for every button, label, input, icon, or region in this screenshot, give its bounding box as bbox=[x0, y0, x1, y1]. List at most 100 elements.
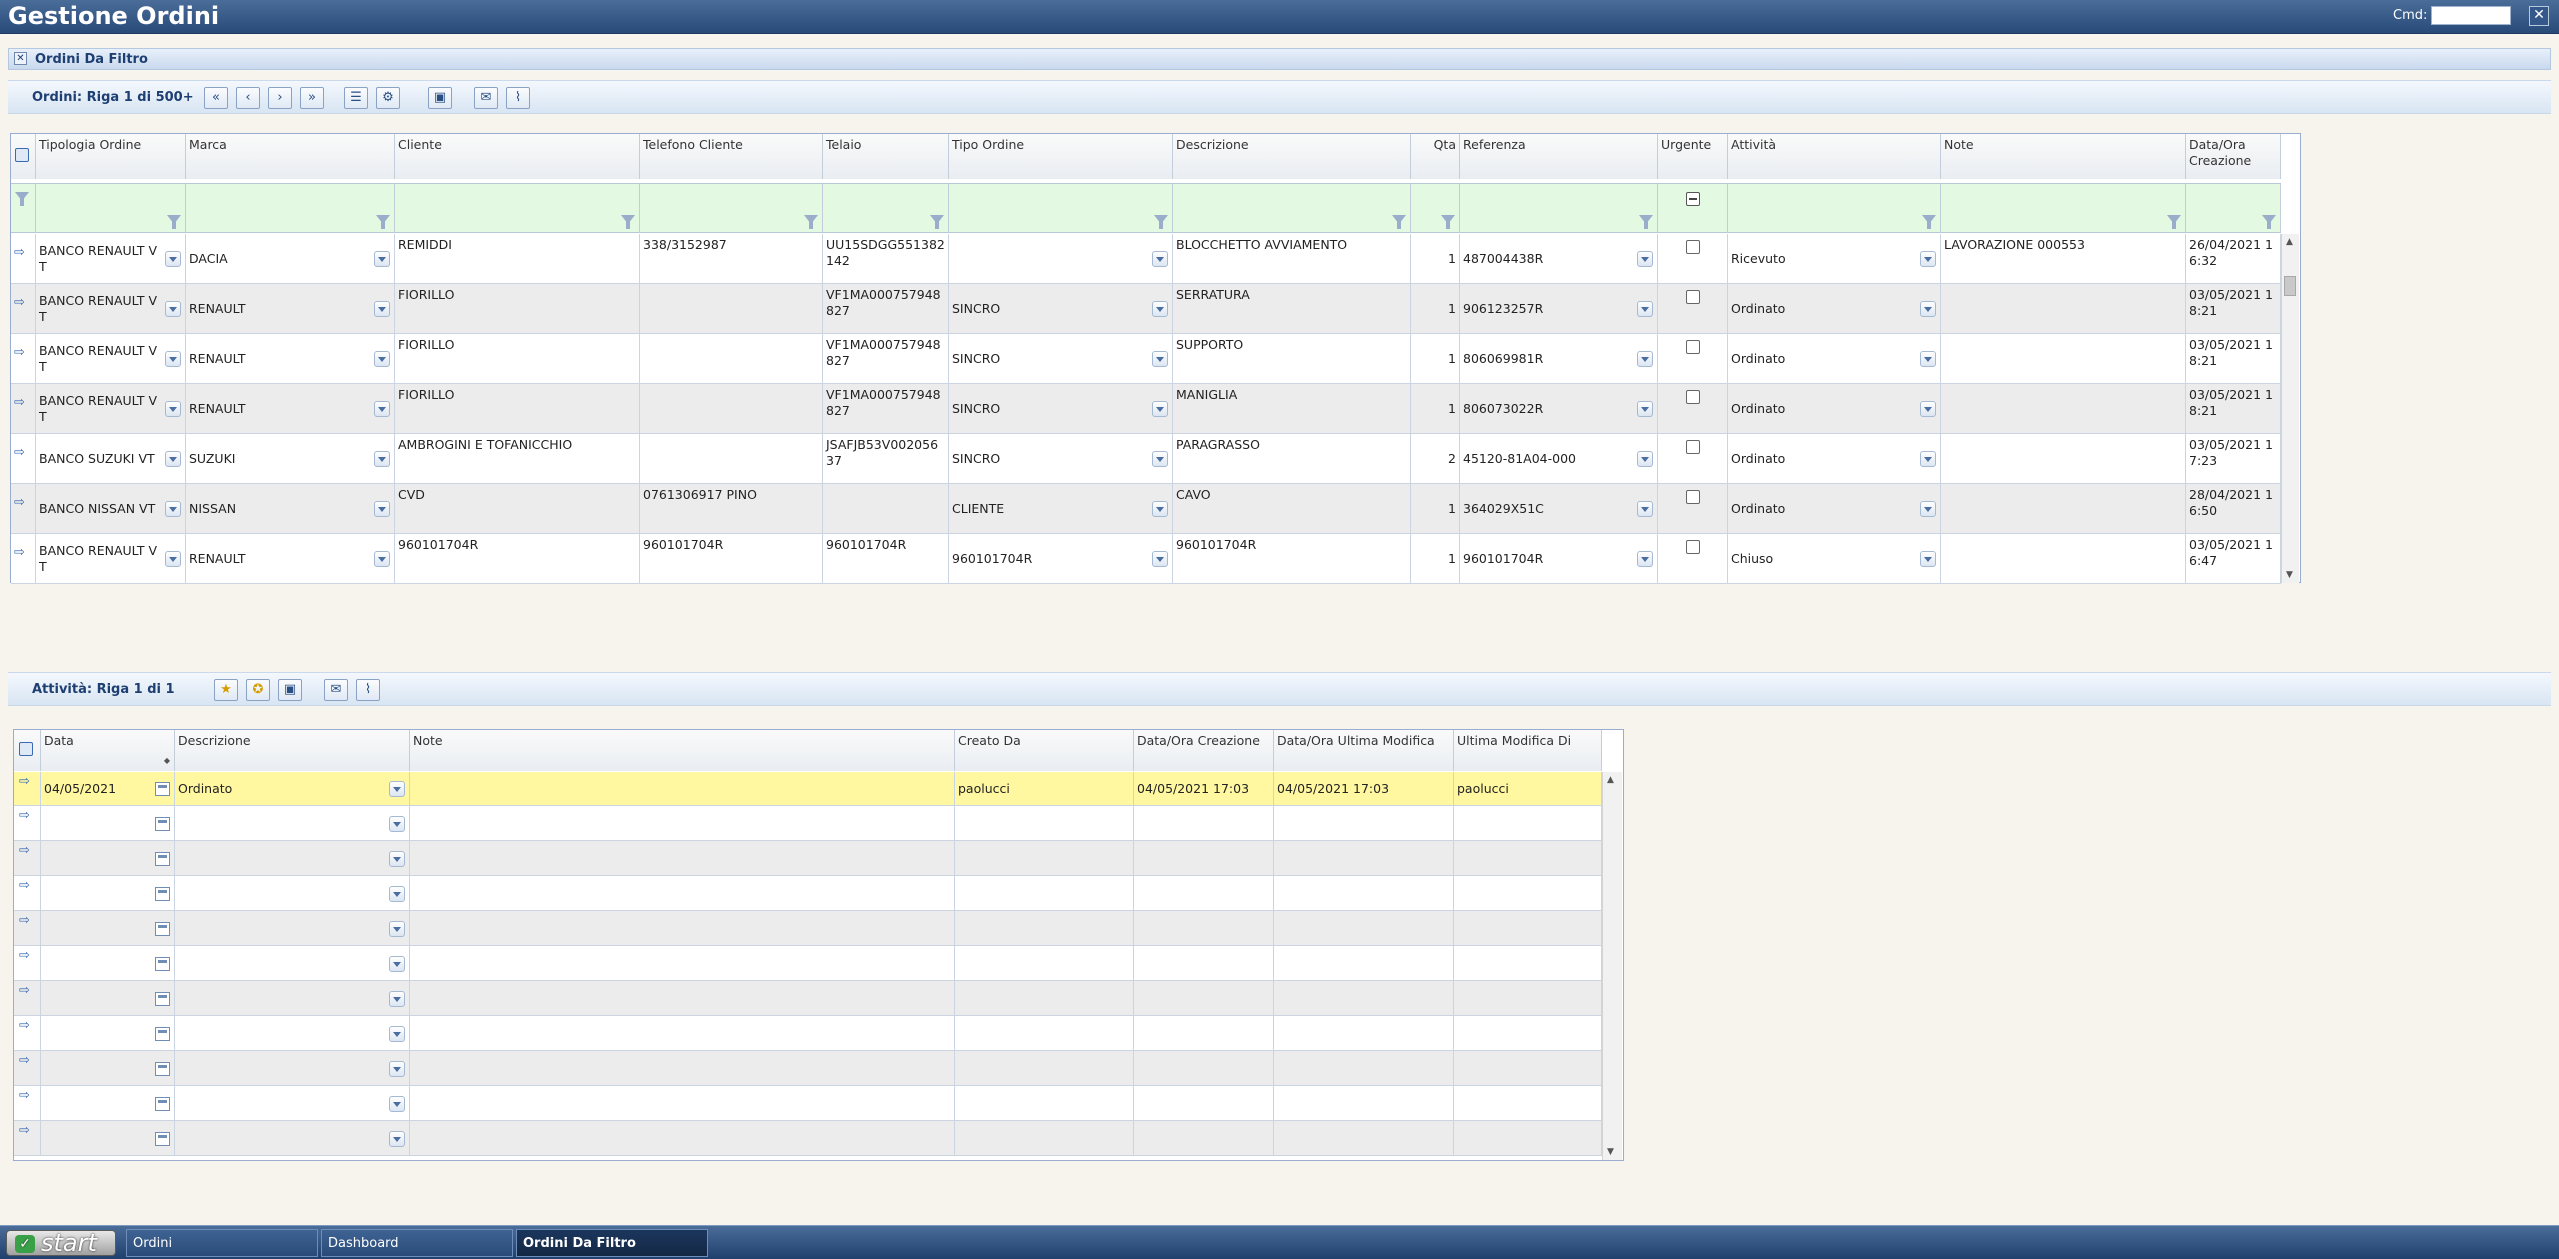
cell-descrizione[interactable]: SERRATURA bbox=[1173, 284, 1411, 333]
attachment-icon[interactable]: ⌇ bbox=[356, 679, 380, 701]
cell-data[interactable] bbox=[41, 1121, 175, 1155]
filter-tipo-ordine[interactable] bbox=[949, 184, 1173, 232]
chevron-down-icon[interactable] bbox=[389, 781, 405, 797]
scroll-down-icon[interactable]: ▼ bbox=[2286, 570, 2293, 580]
col-creato-da[interactable]: Creato Da bbox=[955, 730, 1134, 771]
cell-creazione[interactable] bbox=[1134, 1051, 1274, 1085]
chevron-down-icon[interactable] bbox=[374, 501, 390, 517]
chevron-down-icon[interactable] bbox=[1637, 551, 1653, 567]
cell-modifica[interactable] bbox=[1274, 1051, 1454, 1085]
row-select-cell[interactable]: ⇨ bbox=[14, 946, 41, 980]
chevron-down-icon[interactable] bbox=[389, 920, 405, 937]
cell-creazione[interactable] bbox=[1134, 911, 1274, 945]
calendar-icon[interactable] bbox=[155, 816, 170, 831]
cell-modifica_di[interactable] bbox=[1454, 806, 1602, 840]
chevron-down-icon[interactable] bbox=[389, 815, 405, 832]
row-pointer-icon[interactable]: ⇨ bbox=[19, 949, 33, 962]
cell-descrizione[interactable]: Ordinato bbox=[175, 772, 410, 805]
filter-note[interactable] bbox=[1941, 184, 2186, 232]
attachment-icon[interactable]: ⌇ bbox=[506, 87, 530, 109]
calendar-icon[interactable] bbox=[155, 1026, 170, 1041]
cell-marca[interactable]: DACIA bbox=[186, 234, 395, 283]
filter-telaio[interactable] bbox=[823, 184, 949, 232]
cell-qta[interactable]: 1 bbox=[1411, 334, 1460, 383]
chevron-down-icon[interactable] bbox=[1637, 451, 1653, 467]
chevron-down-icon[interactable] bbox=[1152, 501, 1168, 517]
cell-telefono[interactable]: 0761306917 PINO bbox=[640, 484, 823, 533]
cell-note[interactable] bbox=[410, 911, 955, 945]
filter-descrizione[interactable] bbox=[1173, 184, 1411, 232]
row-select-cell[interactable]: ⇨ bbox=[11, 484, 36, 533]
table-row[interactable]: ⇨ BANCO NISSAN VT NISSAN CVD 0761306917 PINO… bbox=[11, 484, 2281, 534]
filter-icon[interactable] bbox=[1639, 215, 1653, 229]
row-select-cell[interactable]: ⇨ bbox=[11, 384, 36, 433]
cell-telaio[interactable]: UU15SDGG551382142 bbox=[823, 234, 949, 283]
start-button[interactable]: ✓ start bbox=[6, 1230, 116, 1256]
row-pointer-icon[interactable]: ⇨ bbox=[19, 775, 33, 788]
filter-data-creazione[interactable] bbox=[2186, 184, 2281, 232]
select-all-checkbox[interactable] bbox=[19, 742, 33, 756]
cell-creato_da[interactable] bbox=[955, 1121, 1134, 1155]
cell-modifica[interactable] bbox=[1274, 876, 1454, 910]
select-all-checkbox[interactable] bbox=[15, 148, 29, 162]
cell-creazione[interactable]: 04/05/2021 17:03 bbox=[1134, 772, 1274, 805]
table-row-empty[interactable]: ⇨ bbox=[14, 876, 1602, 911]
chevron-down-icon[interactable] bbox=[1920, 301, 1936, 317]
settings-icon[interactable]: ⚙ bbox=[376, 87, 400, 109]
table-row[interactable]: ⇨ BANCO RENAULT VT RENAULT FIORILLO VF1MA000… bbox=[11, 384, 2281, 434]
cell-tipologia[interactable]: BANCO RENAULT VT bbox=[36, 534, 186, 583]
cell-modifica[interactable]: 04/05/2021 17:03 bbox=[1274, 772, 1454, 805]
cmd-input[interactable] bbox=[2431, 6, 2511, 25]
filter-telefono[interactable] bbox=[640, 184, 823, 232]
row-pointer-icon[interactable]: ⇨ bbox=[19, 914, 33, 927]
col-urgente[interactable]: Urgente bbox=[1658, 134, 1728, 179]
calendar-icon[interactable] bbox=[155, 956, 170, 971]
col-tipologia[interactable]: Tipologia Ordine bbox=[36, 134, 186, 179]
chevron-down-icon[interactable] bbox=[1637, 351, 1653, 367]
cell-telefono[interactable] bbox=[640, 334, 823, 383]
cell-creato_da[interactable] bbox=[955, 1086, 1134, 1120]
cell-marca[interactable]: NISSAN bbox=[186, 484, 395, 533]
chevron-down-icon[interactable] bbox=[1920, 251, 1936, 267]
cell-attivita[interactable]: Chiuso bbox=[1728, 534, 1941, 583]
task-ordini[interactable]: Ordini bbox=[126, 1229, 318, 1257]
cell-telaio[interactable]: JSAFJB53V00205637 bbox=[823, 434, 949, 483]
cell-descrizione[interactable] bbox=[175, 841, 410, 875]
col-data-creazione[interactable]: Data/Ora Creazione bbox=[2186, 134, 2281, 179]
chevron-down-icon[interactable] bbox=[1637, 301, 1653, 317]
col-note[interactable]: Note bbox=[410, 730, 955, 771]
cell-tipo[interactable]: CLIENTE bbox=[949, 484, 1173, 533]
row-select-cell[interactable]: ⇨ bbox=[11, 234, 36, 283]
cell-cliente[interactable]: FIORILLO bbox=[395, 384, 640, 433]
col-attivita[interactable]: Attività bbox=[1728, 134, 1941, 179]
cell-note[interactable] bbox=[410, 1086, 955, 1120]
star-icon[interactable]: ★ bbox=[214, 679, 238, 701]
col-descrizione[interactable]: Descrizione bbox=[175, 730, 410, 771]
cell-descrizione[interactable]: 960101704R bbox=[1173, 534, 1411, 583]
cell-urgente[interactable] bbox=[1658, 384, 1728, 433]
cell-descrizione[interactable] bbox=[175, 1051, 410, 1085]
cell-modifica_di[interactable]: paolucci bbox=[1454, 772, 1602, 805]
cell-data[interactable]: 03/05/2021 16:47 bbox=[2186, 534, 2281, 583]
filter-icon[interactable] bbox=[167, 215, 181, 229]
col-note[interactable]: Note bbox=[1941, 134, 2186, 179]
col-descrizione[interactable]: Descrizione bbox=[1173, 134, 1411, 179]
calendar-icon[interactable] bbox=[155, 1096, 170, 1111]
row-pointer-icon[interactable]: ⇨ bbox=[19, 1124, 33, 1137]
urgente-checkbox[interactable] bbox=[1686, 540, 1700, 554]
cell-attivita[interactable]: Ordinato bbox=[1728, 384, 1941, 433]
row-pointer-icon[interactable]: ⇨ bbox=[14, 296, 28, 309]
cell-data[interactable]: 03/05/2021 18:21 bbox=[2186, 384, 2281, 433]
cell-modifica[interactable] bbox=[1274, 1121, 1454, 1155]
chevron-down-icon[interactable] bbox=[374, 401, 390, 417]
cell-telefono[interactable] bbox=[640, 284, 823, 333]
cell-descrizione[interactable]: SUPPORTO bbox=[1173, 334, 1411, 383]
cell-modifica_di[interactable] bbox=[1454, 981, 1602, 1015]
email-icon[interactable]: ✉ bbox=[474, 87, 498, 109]
row-pointer-icon[interactable]: ⇨ bbox=[19, 844, 33, 857]
cell-creazione[interactable] bbox=[1134, 841, 1274, 875]
table-row[interactable]: ⇨ BANCO RENAULT VT RENAULT FIORILLO VF1MA000… bbox=[11, 284, 2281, 334]
cell-tipo[interactable]: SINCRO bbox=[949, 334, 1173, 383]
row-pointer-icon[interactable]: ⇨ bbox=[14, 246, 28, 259]
row-pointer-icon[interactable]: ⇨ bbox=[14, 346, 28, 359]
